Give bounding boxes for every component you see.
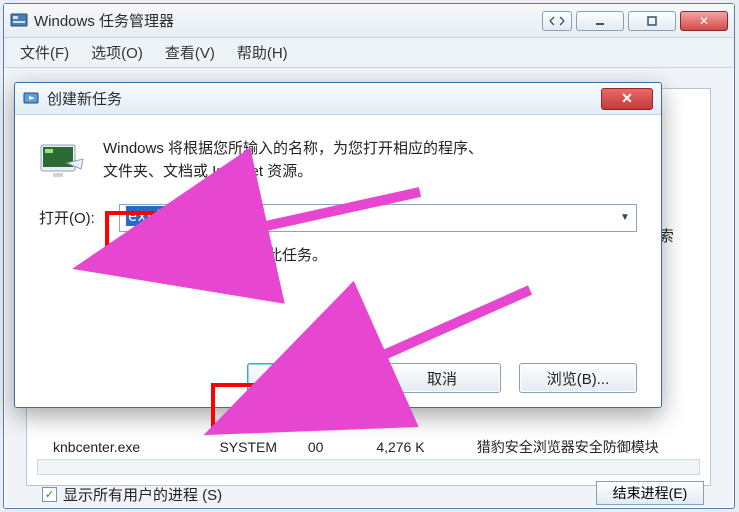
menu-file[interactable]: 文件(F) (12, 39, 77, 66)
compat-button[interactable] (542, 11, 572, 31)
maximize-button[interactable] (628, 11, 676, 31)
combobox-arrow-icon[interactable]: ▼ (614, 205, 636, 231)
dialog-desc-line2: 文件夹、文档或 Internet 资源。 (103, 160, 483, 183)
browse-button[interactable]: 浏览(B)... (519, 363, 637, 393)
dialog-titlebar[interactable]: 创建新任务 ✕ (15, 83, 661, 115)
admin-label: 使用管理权限创建此任务。 (147, 244, 327, 265)
open-label: 打开(O): (39, 207, 109, 228)
task-manager-icon (10, 12, 28, 30)
proc-desc: 猎豹安全浏览器安全防御模块 (477, 439, 659, 455)
proc-user: SYSTEM (219, 439, 299, 455)
proc-name: knbcenter.exe (53, 439, 211, 455)
show-all-users-checkbox[interactable]: ✓ (42, 487, 57, 502)
dialog-description: Windows 将根据您所输入的名称，为您打开相应的程序、 文件夹、文档或 In… (103, 137, 483, 184)
menu-help[interactable]: 帮助(H) (229, 39, 296, 66)
dialog-title: 创建新任务 (47, 88, 601, 109)
main-titlebar[interactable]: Windows 任务管理器 ✕ (4, 4, 734, 38)
ok-button[interactable]: 确定 (247, 363, 365, 393)
process-row[interactable]: knbcenter.exe SYSTEM 00 4,276 K 猎豹安全浏览器安… (53, 437, 659, 457)
open-input-value: explorer (126, 206, 206, 226)
menu-options[interactable]: 选项(O) (83, 39, 151, 66)
cancel-button[interactable]: 取消 (383, 363, 501, 393)
end-process-button[interactable]: 结束进程(E) (596, 481, 704, 505)
footer-checkbox-row[interactable]: ✓ 显示所有用户的进程 (S) (42, 484, 222, 505)
run-dialog-icon (23, 90, 41, 108)
proc-cpu: 00 (308, 439, 368, 455)
proc-mem: 4,276 K (376, 439, 468, 455)
minimize-button[interactable] (576, 11, 624, 31)
open-input[interactable]: explorer (119, 204, 637, 232)
create-task-dialog: 创建新任务 ✕ Windows 将根据您所输入的名称，为您打开相应的程序、 文件… (14, 82, 662, 408)
menu-view[interactable]: 查看(V) (157, 39, 223, 66)
main-menu-bar: 文件(F) 选项(O) 查看(V) 帮助(H) (4, 38, 734, 68)
show-all-users-label: 显示所有用户的进程 (S) (63, 484, 222, 505)
close-button[interactable]: ✕ (680, 11, 728, 31)
horizontal-scrollbar[interactable] (37, 459, 700, 475)
dialog-close-button[interactable]: ✕ (601, 88, 653, 110)
shield-icon (119, 245, 137, 263)
dialog-desc-line1: Windows 将根据您所输入的名称，为您打开相应的程序、 (103, 137, 483, 160)
run-program-icon (39, 137, 85, 183)
open-combobox[interactable]: explorer ▼ (119, 204, 637, 232)
main-title: Windows 任务管理器 (34, 10, 538, 31)
